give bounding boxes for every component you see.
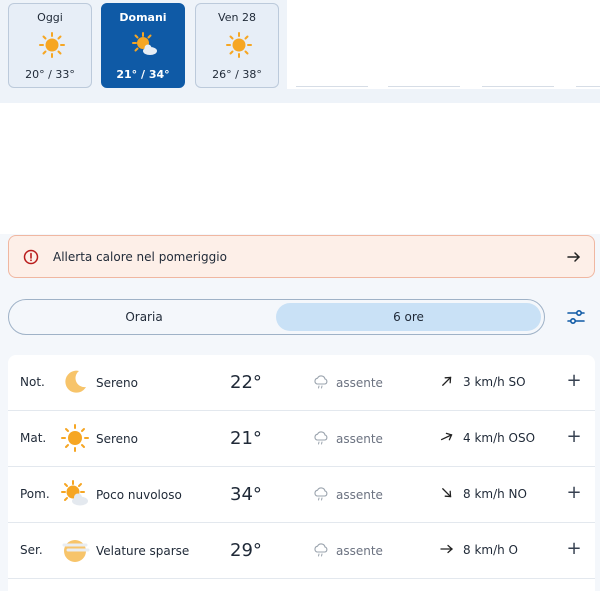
period-list: Not. Sereno 22° assente 3 km/h SO + Mat. (8, 355, 595, 591)
placeholder-line (296, 86, 368, 87)
rain-cloud-icon (314, 543, 328, 557)
day-card-tomorrow[interactable]: Domani 21° / 34° (101, 3, 185, 88)
wind-arrow-icon (440, 432, 453, 441)
moon-icon (65, 370, 86, 393)
sun-cloud-icon (132, 32, 157, 55)
view-toggle: Oraria 6 ore (8, 299, 545, 335)
rain-value: assente (336, 488, 383, 502)
wind-arrow-icon (442, 376, 452, 386)
period-label: Ser. (20, 543, 43, 557)
wind-arrow-icon (442, 488, 452, 498)
temperature: 21° (230, 428, 262, 449)
day-name: Oggi (37, 11, 63, 24)
temperature: 29° (230, 540, 262, 561)
content-gap (0, 103, 600, 234)
day-name: Ven 28 (218, 11, 256, 24)
period-label: Mat. (20, 431, 47, 445)
condition: Velature sparse (96, 544, 190, 558)
wind-value: 8 km/h O (463, 543, 518, 557)
condition: Poco nuvoloso (96, 488, 182, 502)
day-card-fri[interactable]: Ven 28 26° / 38° (195, 3, 279, 88)
toggle-hourly[interactable]: Oraria (12, 303, 276, 331)
sun-icon (226, 32, 252, 58)
period-row-afternoon[interactable]: Pom. Poco nuvoloso 34° assente 8 km/h NO… (8, 467, 595, 523)
day-card-placeholder (287, 0, 600, 89)
expand-icon[interactable]: + (566, 426, 582, 447)
placeholder-line (388, 86, 460, 87)
alert-text: Allerta calore nel pomeriggio (53, 250, 227, 264)
rain-cloud-icon (314, 375, 328, 389)
period-label: Not. (20, 375, 45, 389)
rain-cloud-icon (314, 431, 328, 445)
sun-haze-icon (62, 540, 90, 562)
day-temps: 20° / 33° (25, 68, 75, 81)
expand-icon[interactable]: + (566, 482, 582, 503)
period-row-night[interactable]: Not. Sereno 22° assente 3 km/h SO + (8, 355, 595, 411)
day-card-today[interactable]: Oggi 20° / 33° (8, 3, 92, 88)
toggle-6h[interactable]: 6 ore (276, 303, 541, 331)
expand-icon[interactable]: + (566, 370, 582, 391)
wind-value: 4 km/h OSO (463, 431, 536, 445)
sun-icon (39, 32, 65, 58)
sun-cloud-icon (61, 480, 88, 506)
sun-icon (61, 424, 89, 452)
placeholder-line (576, 86, 600, 87)
warning-circle-icon (23, 249, 39, 265)
placeholder-line (482, 86, 554, 87)
temperature: 34° (230, 484, 262, 505)
period-row-morning[interactable]: Mat. Sereno 21° assente 4 km/h OSO + (8, 411, 595, 467)
rain-value: assente (336, 376, 383, 390)
expand-icon[interactable]: + (566, 538, 582, 559)
filter-icon[interactable] (566, 308, 586, 326)
rain-value: assente (336, 432, 383, 446)
day-name: Domani (119, 11, 167, 24)
rain-value: assente (336, 544, 383, 558)
wind-value: 3 km/h SO (463, 375, 526, 389)
period-row-evening[interactable]: Ser. Velature sparse 29° assente 8 km/h … (8, 523, 595, 579)
heat-alert-banner[interactable]: Allerta calore nel pomeriggio (8, 235, 595, 278)
wind-value: 8 km/h NO (463, 487, 527, 501)
arrow-right-icon (567, 252, 580, 262)
rain-cloud-icon (314, 487, 328, 501)
condition: Sereno (96, 432, 138, 446)
temperature: 22° (230, 372, 262, 393)
wind-arrow-icon (440, 544, 453, 554)
day-temps: 26° / 38° (212, 68, 262, 81)
condition: Sereno (96, 376, 138, 390)
day-temps: 21° / 34° (116, 68, 170, 81)
period-label: Pom. (20, 487, 50, 501)
